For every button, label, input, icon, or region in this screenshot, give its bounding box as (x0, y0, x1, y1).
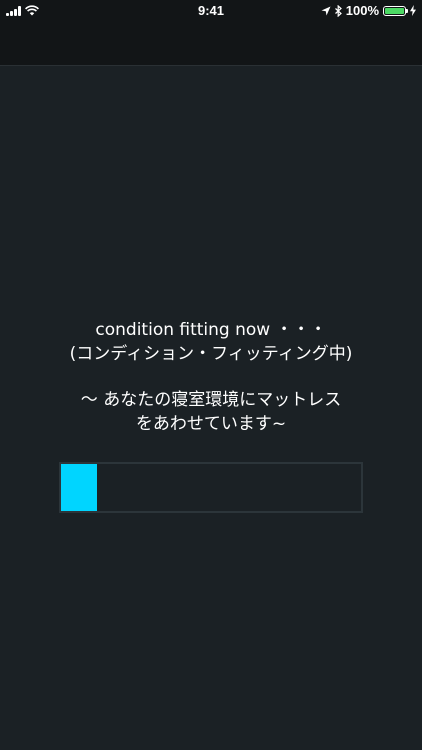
message-english: condition fitting now ・・・ (95, 320, 327, 340)
battery-level (385, 7, 404, 14)
charging-icon (410, 5, 416, 16)
battery-icon (383, 5, 408, 16)
fitting-message: condition fitting now ・・・ (コンディション・フィッティ… (0, 318, 422, 436)
progress-fill (61, 464, 97, 511)
message-detail-line1: ～ あなたの寝室環境にマットレス (80, 390, 342, 410)
status-bar: 9:41 100% (0, 0, 422, 22)
navigation-bar (0, 22, 422, 66)
battery-percent: 100% (345, 3, 379, 18)
status-right: 100% (321, 3, 416, 18)
location-icon (321, 6, 331, 15)
message-japanese-title: (コンディション・フィッティング中) (69, 344, 353, 364)
bluetooth-icon (334, 4, 342, 17)
message-detail-line2: をあわせています~ (135, 414, 287, 434)
progress-bar (59, 462, 363, 513)
